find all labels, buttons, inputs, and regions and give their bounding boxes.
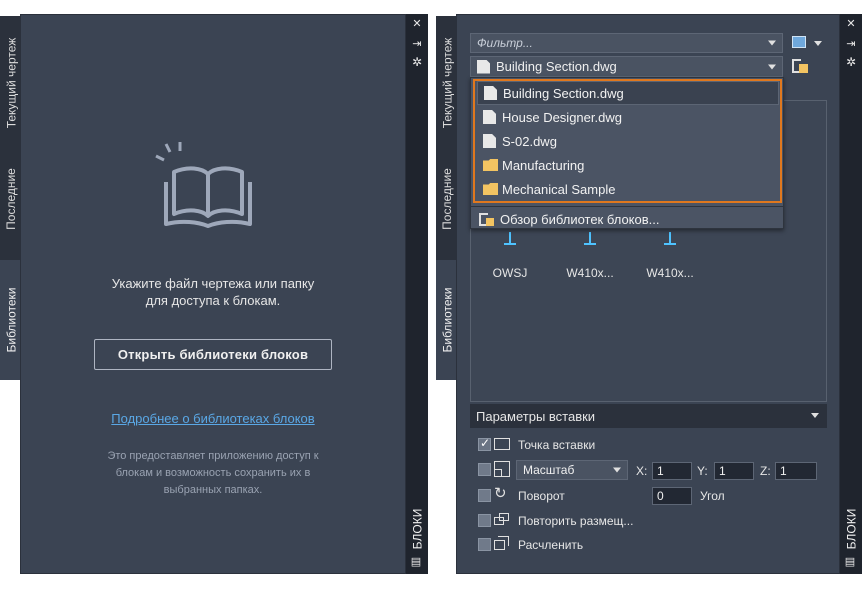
view-options-chevron-icon[interactable] [814, 41, 822, 46]
insertion-point-label: Точка вставки [518, 438, 596, 452]
block-label: W410x... [646, 266, 694, 280]
browse-libraries-icon [479, 212, 495, 227]
y-label: Y: [697, 464, 708, 478]
insertion-point-icon [494, 438, 510, 450]
dropdown-item-building-section[interactable]: Building Section.dwg [477, 81, 779, 105]
repeat-placement-label: Повторить размещ... [518, 514, 634, 528]
tab-recent[interactable]: Последние [0, 138, 22, 260]
learn-more-link[interactable]: Подробнее о библиотеках блоков [20, 411, 406, 426]
block-label: W410x... [566, 266, 614, 280]
block-preview[interactable] [662, 232, 678, 246]
tab-current-drawing[interactable]: Текущий чертеж [436, 16, 458, 150]
folder-icon [483, 183, 498, 195]
browse-block-libraries-item[interactable]: Обзор библиотек блоков... [473, 207, 775, 231]
rotation-label: Поворот [518, 489, 565, 503]
dropdown-item-house-designer[interactable]: House Designer.dwg [477, 105, 779, 129]
rotation-icon: ↻ [494, 485, 507, 502]
tab-libraries[interactable]: Библиотеки [0, 260, 22, 380]
tab-libraries[interactable]: Библиотеки [436, 260, 458, 380]
explode-label: Расчленить [518, 538, 584, 552]
left-palette: Текущий чертеж Последние Библиотеки Укаж… [0, 14, 428, 574]
prompt-text-1: Укажите файл чертежа или папку [111, 276, 315, 291]
palette-blocks-icon: ▤ [410, 556, 422, 568]
palette-title: БЛОКИ [844, 508, 859, 550]
left-palette-titlebar [406, 14, 428, 574]
block-label: OWSJ [492, 266, 528, 280]
palette-title: БЛОКИ [410, 508, 425, 550]
z-label: Z: [760, 464, 771, 478]
scale-mode-select[interactable]: Масштаб [516, 460, 628, 480]
dropdown-item-mechanical-sample[interactable]: Mechanical Sample [477, 177, 779, 201]
properties-gear-icon[interactable]: ✲ [845, 56, 857, 68]
chevron-down-icon [768, 64, 776, 69]
open-libraries-button[interactable]: Открыть библиотеки блоков [94, 339, 332, 370]
block-preview[interactable] [582, 232, 598, 246]
rotation-checkbox[interactable] [478, 489, 491, 502]
angle-label: Угол [700, 489, 725, 503]
explode-checkbox[interactable] [478, 538, 491, 551]
rotation-angle-input[interactable]: 0 [652, 487, 692, 505]
scale-icon [494, 461, 510, 477]
dropdown-item-s02[interactable]: S-02.dwg [477, 129, 779, 153]
close-icon[interactable]: ✕ [411, 18, 423, 30]
file-icon [477, 59, 490, 74]
chevron-down-icon [811, 413, 819, 418]
info-text-3: выбранных папках. [163, 484, 263, 496]
tab-recent[interactable]: Последние [436, 138, 458, 260]
prompt-text-2: для доступа к блокам. [145, 293, 281, 308]
palette-blocks-icon: ▤ [844, 556, 856, 568]
thumbnail-view-icon[interactable] [792, 36, 806, 48]
repeat-placement-checkbox[interactable] [478, 514, 491, 527]
filter-combo[interactable]: Фильтр... [470, 33, 783, 53]
browse-libraries-icon[interactable] [792, 58, 808, 74]
file-icon [483, 134, 496, 148]
scale-x-input[interactable]: 1 [652, 462, 692, 480]
tab-current-drawing[interactable]: Текущий чертеж [0, 16, 22, 150]
chevron-down-icon [613, 467, 621, 473]
book-icon [155, 142, 252, 228]
scale-z-input[interactable]: 1 [775, 462, 817, 480]
repeat-placement-icon [494, 513, 510, 527]
right-palette: Текущий чертеж Последние Библиотеки Филь… [436, 14, 862, 574]
library-dropdown: Building Section.dwg House Designer.dwg … [470, 77, 784, 229]
info-text-1: Это предоставляет приложению доступ к [107, 450, 319, 462]
chevron-down-icon [768, 40, 776, 46]
scale-checkbox[interactable] [478, 463, 491, 476]
scale-y-input[interactable]: 1 [714, 462, 754, 480]
autohide-icon[interactable]: ⇥ [411, 38, 423, 50]
insert-options-header[interactable]: Параметры вставки [470, 404, 827, 428]
autohide-icon[interactable]: ⇥ [845, 38, 857, 50]
file-icon [484, 86, 497, 100]
info-text-2: блокам и возможность сохранить их в [115, 467, 311, 479]
dropdown-item-manufacturing[interactable]: Manufacturing [477, 153, 779, 177]
close-icon[interactable]: ✕ [845, 18, 857, 30]
block-preview[interactable] [502, 232, 518, 246]
library-combo[interactable]: Building Section.dwg [470, 56, 783, 77]
x-label: X: [636, 464, 648, 478]
right-palette-titlebar [840, 14, 862, 574]
file-icon [483, 110, 496, 124]
insertion-point-checkbox[interactable]: ✓ [478, 436, 491, 451]
folder-icon [483, 159, 498, 171]
properties-gear-icon[interactable]: ✲ [411, 56, 423, 68]
explode-icon [494, 536, 510, 551]
checkmark-icon: ✓ [480, 436, 491, 450]
